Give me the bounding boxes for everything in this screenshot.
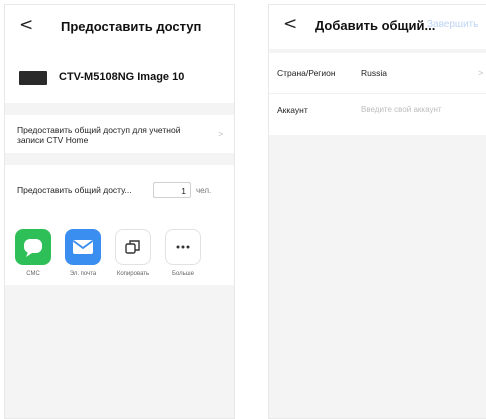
share-account-text: Предоставить общий доступ для учетной за… bbox=[17, 125, 181, 145]
back-button[interactable]: < bbox=[283, 16, 297, 33]
country-region-label: Страна/Регион bbox=[277, 68, 336, 78]
form-rows: Страна/Регион Russia > Аккаунт Введите с… bbox=[269, 53, 486, 135]
country-region-value: Russia bbox=[361, 68, 387, 78]
share-count-input[interactable]: 1 bbox=[153, 182, 191, 198]
chevron-right-icon: > bbox=[218, 129, 224, 139]
account-label: Аккаунт bbox=[277, 105, 308, 115]
more-label: Больше bbox=[172, 271, 194, 277]
email-button[interactable] bbox=[65, 229, 101, 265]
sms-button[interactable] bbox=[15, 229, 51, 265]
header-bar: < Добавить общий... Завершить bbox=[269, 5, 486, 49]
mail-envelope-icon bbox=[72, 240, 94, 254]
copy-button[interactable] bbox=[115, 229, 151, 265]
device-thumbnail bbox=[19, 71, 47, 85]
header-bar: < Предоставить доступ bbox=[5, 5, 234, 53]
account-input[interactable]: Введите свой аккаунт bbox=[361, 105, 442, 114]
device-name: CTV-M5108NG Image 10 bbox=[59, 71, 185, 83]
share-access-screen: < Предоставить доступ CTV-M5108NG Image … bbox=[4, 4, 235, 419]
share-count-row: Предоставить общий досту... 1 чел. bbox=[5, 165, 234, 208]
add-share-screen: < Добавить общий... Завершить Страна/Рег… bbox=[268, 4, 486, 419]
chat-bubble-icon bbox=[24, 239, 42, 257]
email-label: Эл. почта bbox=[69, 271, 97, 277]
device-row: CTV-M5108NG Image 10 bbox=[5, 53, 234, 103]
share-count-label: Предоставить общий досту... bbox=[17, 185, 132, 195]
more-dots-icon bbox=[176, 245, 190, 249]
page-title: Предоставить доступ bbox=[61, 19, 202, 34]
more-button[interactable] bbox=[165, 229, 201, 265]
copy-label: Копировать bbox=[116, 271, 150, 277]
share-account-row[interactable]: Предоставить общий доступ для учетной за… bbox=[5, 115, 234, 153]
account-row: Аккаунт Введите свой аккаунт bbox=[269, 94, 486, 134]
country-region-row[interactable]: Страна/Регион Russia > bbox=[269, 53, 486, 94]
sms-label: СМС bbox=[26, 271, 40, 277]
share-options: СМС Эл. почта Копировать Больше bbox=[5, 207, 234, 285]
copy-icon bbox=[125, 240, 140, 254]
page-title: Добавить общий... bbox=[315, 18, 436, 33]
back-button[interactable]: < bbox=[19, 17, 33, 34]
share-count-unit: чел. bbox=[196, 186, 212, 195]
chevron-right-icon: > bbox=[478, 68, 484, 78]
finish-button[interactable]: Завершить bbox=[427, 19, 478, 30]
